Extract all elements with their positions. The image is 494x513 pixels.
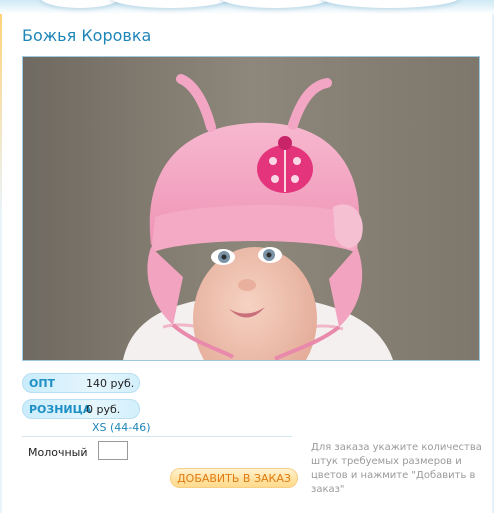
color-name: Молочный: [28, 446, 88, 459]
retail-price: РОЗНИЦА 0 руб.: [22, 399, 140, 419]
product-title: Божья Коровка: [22, 26, 152, 45]
cloud-decoration: [40, 0, 120, 8]
size-column-header: XS (44-46): [92, 421, 151, 434]
quantity-input[interactable]: [98, 441, 128, 460]
cloud-decoration: [220, 0, 330, 8]
top-banner: [0, 0, 494, 14]
cloud-decoration: [110, 0, 230, 8]
cloud-decoration: [320, 0, 460, 8]
wholesale-label: ОПТ: [29, 377, 56, 390]
add-to-order-button[interactable]: ДОБАВИТЬ В ЗАКАЗ: [170, 468, 298, 488]
retail-label: РОЗНИЦА: [29, 403, 92, 416]
wholesale-price: ОПТ 140 руб.: [22, 373, 140, 393]
order-hint: Для заказа укажите количества штук требу…: [311, 442, 482, 495]
wholesale-value: 140 руб.: [86, 377, 135, 390]
divider: [22, 436, 292, 437]
left-border: [0, 14, 2, 513]
retail-value: 0 руб.: [86, 403, 121, 416]
product-photo[interactable]: [22, 56, 480, 361]
